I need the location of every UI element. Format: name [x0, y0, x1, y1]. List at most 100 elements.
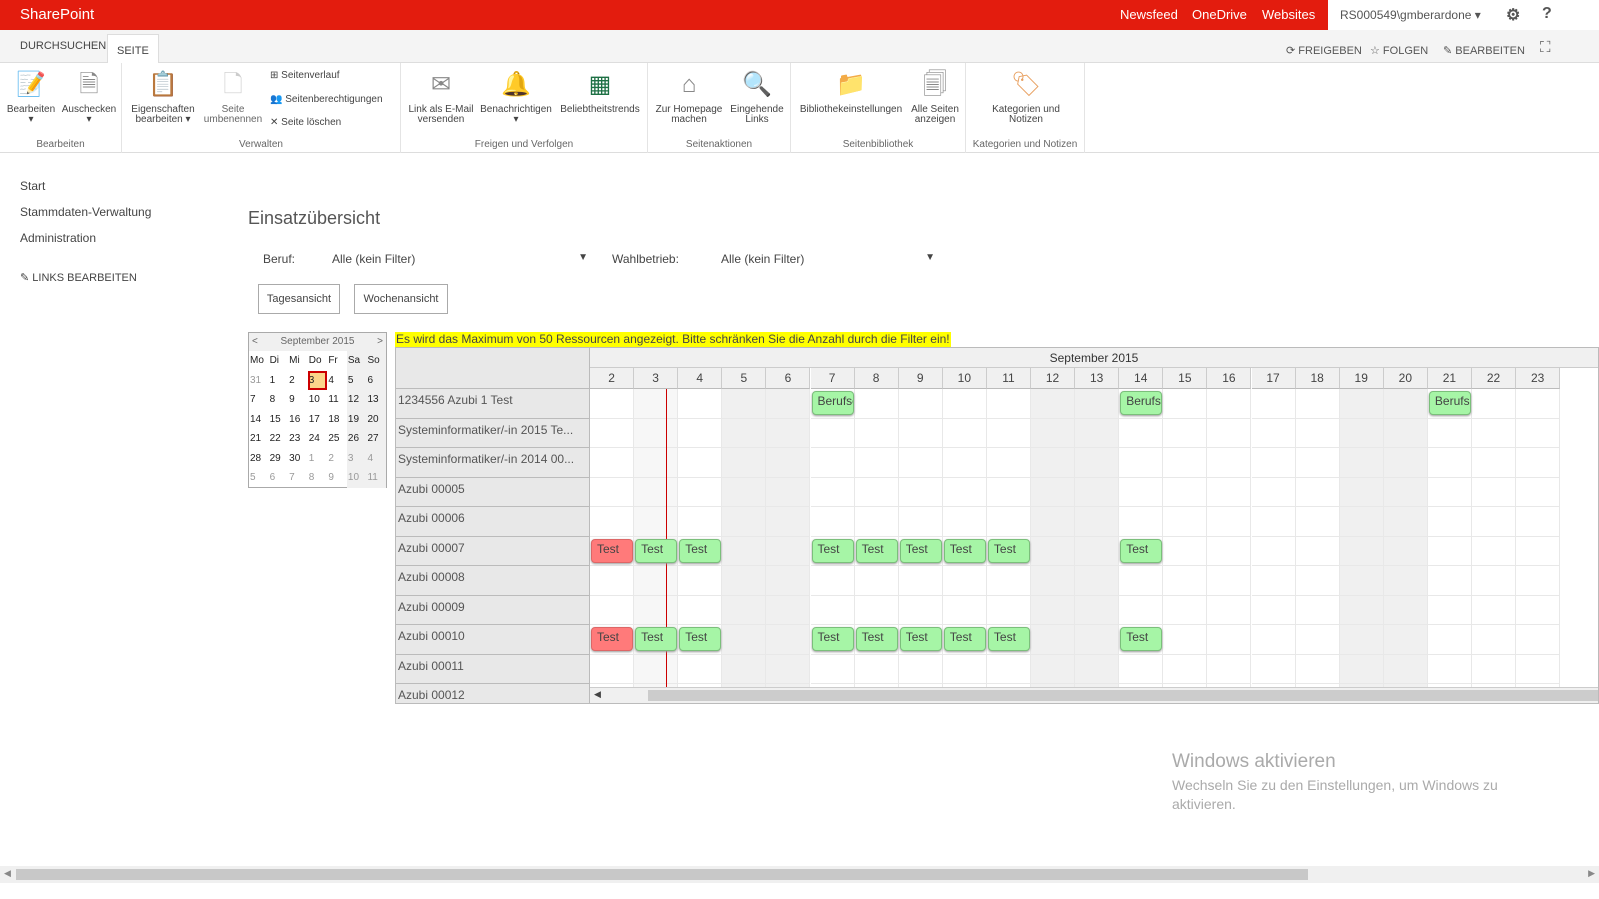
email-link-button[interactable]: ✉ Link als E-Mail versenden [406, 69, 476, 125]
time-slot[interactable] [1207, 477, 1252, 507]
beruf-select[interactable]: Alle (kein Filter) ▼ [332, 252, 590, 266]
time-slot[interactable] [1251, 595, 1296, 625]
time-slot[interactable] [1251, 536, 1296, 566]
time-slot[interactable] [1427, 418, 1472, 448]
time-slot[interactable] [942, 418, 987, 448]
time-slot[interactable] [1207, 448, 1252, 478]
time-slot[interactable] [1339, 418, 1384, 448]
event-block[interactable]: Test [987, 627, 1030, 651]
time-slot[interactable] [1383, 595, 1428, 625]
time-slot[interactable] [854, 654, 899, 684]
time-slot[interactable] [1472, 536, 1517, 566]
time-slot[interactable] [1516, 477, 1561, 507]
time-slot[interactable] [1251, 389, 1296, 419]
event-block[interactable]: Test [679, 627, 722, 651]
homepage-button[interactable]: ⌂ Zur Homepage machen [652, 69, 726, 125]
time-slot[interactable] [766, 448, 811, 478]
time-slot[interactable] [942, 507, 987, 537]
time-slot[interactable] [898, 389, 943, 419]
help-icon[interactable]: ? [1542, 5, 1552, 23]
time-slot[interactable] [810, 566, 855, 596]
time-slot[interactable] [1163, 595, 1208, 625]
time-slot[interactable] [1339, 654, 1384, 684]
calendar-day[interactable]: 15 [269, 410, 289, 430]
time-slot[interactable] [1516, 418, 1561, 448]
time-slot[interactable] [898, 566, 943, 596]
scheduler-horizontal-scrollbar[interactable]: ◀ [590, 687, 1598, 703]
time-slot[interactable] [1031, 595, 1076, 625]
time-slot[interactable] [678, 389, 723, 419]
time-slot[interactable] [898, 448, 943, 478]
seite-loeschen-button[interactable]: ✕ Seite löschen [270, 117, 341, 128]
time-slot[interactable] [1119, 418, 1164, 448]
time-slot[interactable] [766, 595, 811, 625]
time-slot[interactable] [678, 654, 723, 684]
calendar-day[interactable]: 9 [327, 468, 347, 488]
page-horizontal-scrollbar[interactable]: ◀ ▶ [0, 866, 1599, 883]
calendar-day[interactable]: 3 [346, 448, 367, 468]
time-slot[interactable] [942, 595, 987, 625]
event-block[interactable]: Test [1120, 538, 1163, 563]
calendar-day[interactable]: 10 [346, 468, 367, 488]
time-slot[interactable] [1427, 448, 1472, 478]
time-slot[interactable] [766, 566, 811, 596]
event-block[interactable]: Test [899, 538, 942, 563]
calendar-day[interactable]: 30 [288, 449, 308, 469]
time-slot[interactable] [1339, 595, 1384, 625]
time-slot[interactable] [1031, 566, 1076, 596]
event-block[interactable]: Berufsc [1428, 391, 1471, 415]
calendar-day[interactable]: 7 [249, 390, 269, 410]
time-slot[interactable] [898, 595, 943, 625]
event-block[interactable]: Test [635, 627, 678, 651]
time-slot[interactable] [1163, 418, 1208, 448]
time-slot[interactable] [1075, 595, 1120, 625]
time-slot[interactable] [1427, 566, 1472, 596]
time-slot[interactable] [1031, 448, 1076, 478]
time-slot[interactable] [1207, 418, 1252, 448]
time-slot[interactable] [1251, 566, 1296, 596]
focus-icon[interactable]: ⛶ [1540, 39, 1551, 56]
calendar-day[interactable]: 3 [307, 370, 328, 390]
user-menu[interactable]: RS000549\gmberardone ▾ [1340, 8, 1481, 22]
benachrichtigen-button[interactable]: 🔔 Benachrichtigen ▾ [478, 69, 554, 125]
eingehende-links-button[interactable]: 🔍 Eingehende Links [728, 69, 786, 125]
time-slot[interactable] [722, 654, 767, 684]
time-slot[interactable] [1251, 654, 1296, 684]
time-slot[interactable] [1516, 625, 1561, 655]
time-slot[interactable] [942, 654, 987, 684]
calendar-day[interactable]: 4 [327, 371, 347, 391]
time-slot[interactable] [766, 389, 811, 419]
time-slot[interactable] [590, 389, 635, 419]
time-slot[interactable] [766, 418, 811, 448]
time-slot[interactable] [722, 566, 767, 596]
wahlbetrieb-select[interactable]: Alle (kein Filter) ▼ [721, 252, 937, 266]
time-slot[interactable] [986, 595, 1031, 625]
nav-stammdaten[interactable]: Stammdaten-Verwaltung [20, 205, 151, 219]
time-slot[interactable] [634, 595, 679, 625]
time-slot[interactable] [634, 566, 679, 596]
time-slot[interactable] [1427, 625, 1472, 655]
time-slot[interactable] [1295, 595, 1340, 625]
time-slot[interactable] [1119, 566, 1164, 596]
calendar-day[interactable]: 10 [308, 390, 328, 410]
time-slot[interactable] [1339, 536, 1384, 566]
time-slot[interactable] [810, 654, 855, 684]
calendar-day[interactable]: 1 [308, 449, 328, 469]
time-slot[interactable] [942, 566, 987, 596]
event-block[interactable]: Test [591, 627, 634, 651]
time-slot[interactable] [634, 654, 679, 684]
calendar-day[interactable]: 13 [366, 390, 387, 410]
time-slot[interactable] [1383, 477, 1428, 507]
time-slot[interactable] [590, 595, 635, 625]
time-slot[interactable] [1251, 418, 1296, 448]
event-block[interactable]: Berufsc [811, 391, 854, 415]
event-block[interactable]: Test [855, 627, 898, 651]
time-slot[interactable] [722, 389, 767, 419]
time-slot[interactable] [1427, 507, 1472, 537]
event-block[interactable]: Test [635, 538, 678, 563]
calendar-day[interactable]: 21 [249, 429, 269, 449]
calendar-day[interactable]: 28 [249, 449, 269, 469]
nav-administration[interactable]: Administration [20, 231, 96, 245]
time-slot[interactable] [1295, 448, 1340, 478]
time-slot[interactable] [986, 448, 1031, 478]
